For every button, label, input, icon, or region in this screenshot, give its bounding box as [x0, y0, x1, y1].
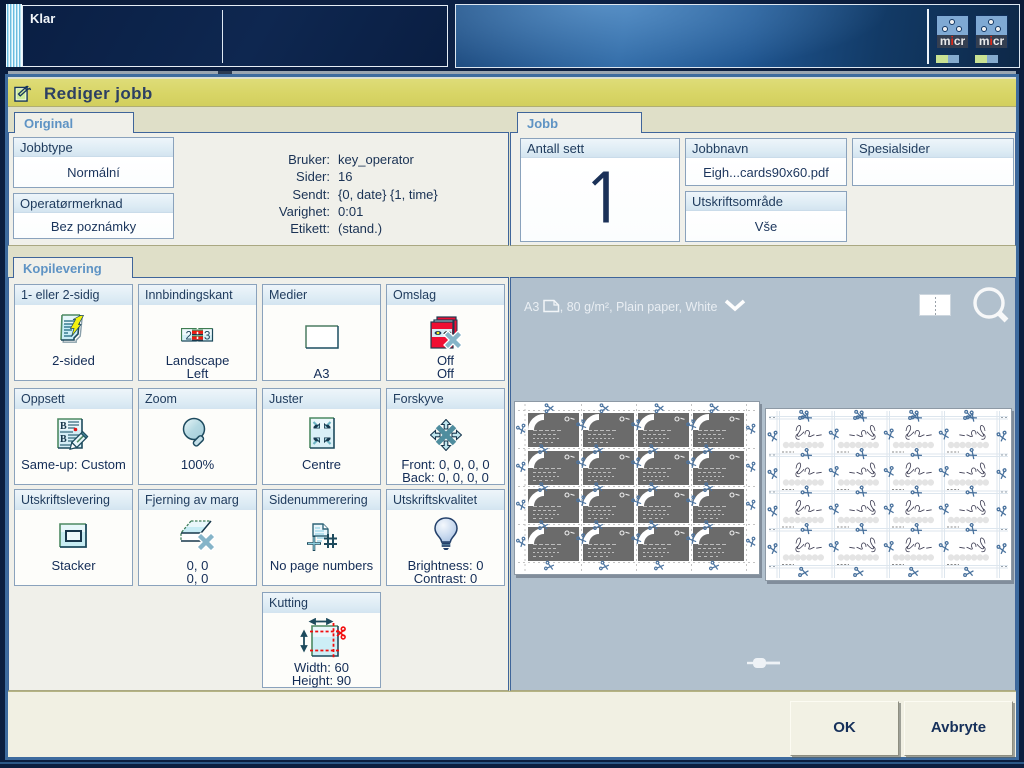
svg-text:B: B — [60, 434, 67, 445]
svg-text:3: 3 — [204, 331, 210, 343]
svg-text:2: 2 — [186, 331, 192, 343]
svg-text:B: B — [60, 421, 67, 432]
